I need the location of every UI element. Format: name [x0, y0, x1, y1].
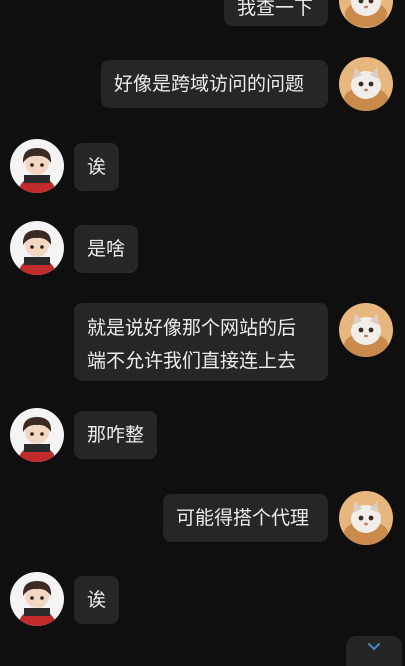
message-text-line: 就是说好像那个网站的后	[87, 317, 297, 339]
cartoon-boy-avatar-icon	[10, 408, 64, 462]
cat-avatar-icon	[339, 0, 393, 28]
message-text: 我查一下	[237, 0, 314, 19]
chat-window: 我查一下 好像是跨域访问的问题 诶 是啥 就是说好像那个网站的后 端不允许我们直…	[0, 0, 405, 666]
cat-avatar-icon	[339, 57, 393, 111]
cartoon-boy-avatar-icon	[10, 221, 64, 275]
cat-avatar-icon	[339, 491, 393, 545]
message-bubble[interactable]: 诶	[74, 143, 119, 191]
message-text: 可能得搭个代理	[176, 507, 310, 529]
message-text: 是啥	[87, 238, 126, 260]
message-bubble[interactable]: 就是说好像那个网站的后 端不允许我们直接连上去	[74, 303, 328, 381]
message-text: 诶	[87, 156, 107, 178]
chevron-down-icon	[368, 643, 380, 651]
message-text: 好像是跨域访问的问题	[114, 73, 305, 95]
cat-avatar-icon	[339, 303, 393, 357]
self-avatar[interactable]	[339, 491, 393, 545]
self-avatar[interactable]	[339, 303, 393, 357]
cartoon-boy-avatar-icon	[10, 139, 64, 193]
message-bubble[interactable]: 好像是跨域访问的问题	[101, 60, 328, 108]
scroll-to-bottom-button[interactable]	[346, 636, 402, 666]
contact-avatar[interactable]	[10, 221, 64, 275]
message-text: 那咋整	[87, 424, 145, 446]
message-bubble[interactable]: 那咋整	[74, 411, 157, 459]
message-bubble[interactable]: 是啥	[74, 225, 138, 273]
message-bubble[interactable]: 诶	[74, 576, 119, 624]
message-bubble[interactable]: 我查一下	[224, 0, 328, 26]
contact-avatar[interactable]	[10, 408, 64, 462]
self-avatar[interactable]	[339, 0, 393, 28]
cartoon-boy-avatar-icon	[10, 572, 64, 626]
message-text-line: 端不允许我们直接连上去	[87, 350, 297, 372]
contact-avatar[interactable]	[10, 139, 64, 193]
message-bubble[interactable]: 可能得搭个代理	[163, 494, 328, 542]
contact-avatar[interactable]	[10, 572, 64, 626]
message-text: 诶	[87, 589, 107, 611]
self-avatar[interactable]	[339, 57, 393, 111]
